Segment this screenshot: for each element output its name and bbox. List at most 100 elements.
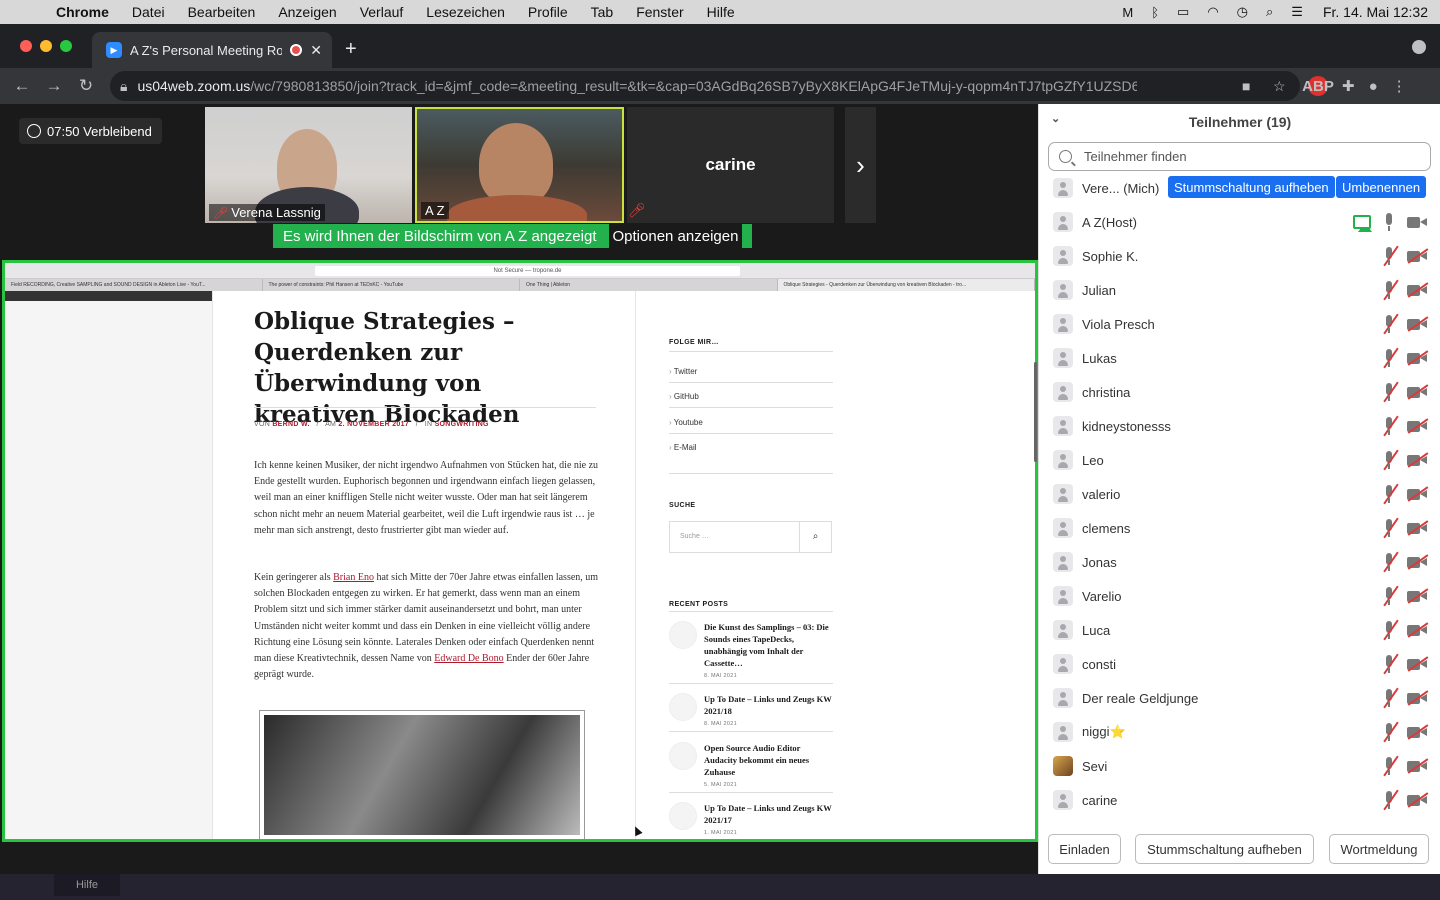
wifi-icon[interactable]: ◠ (1207, 4, 1218, 20)
invite-button[interactable]: Einladen (1048, 834, 1121, 864)
participant-row[interactable]: christina (1039, 375, 1440, 409)
participant-row[interactable]: Sevi (1039, 749, 1440, 783)
slash-mark (1383, 585, 1399, 607)
slash-mark (1407, 384, 1429, 400)
camera-in-use-icon[interactable]: ■ (1242, 78, 1250, 94)
widget-title-follow: FOLGE MIR… (669, 339, 719, 346)
rename-button[interactable]: Umbenennen (1336, 176, 1427, 198)
participant-status-icons (1381, 619, 1429, 641)
video-tile-carine[interactable]: carine (627, 107, 834, 223)
menu-item-tab[interactable]: Tab (591, 4, 614, 20)
view-options-button[interactable]: Optionen anzeigen (608, 224, 743, 248)
participant-row[interactable]: Der reale Geldjunge (1039, 681, 1440, 715)
maximize-window-icon[interactable] (60, 40, 72, 52)
close-window-icon[interactable] (20, 40, 32, 52)
self-unmute-button[interactable]: Stummschaltung aufheben (1168, 176, 1335, 198)
slash-mark (1407, 248, 1429, 264)
spotlight-search-icon[interactable]: ⌕ (1266, 4, 1273, 20)
participant-row[interactable]: Lukas (1039, 341, 1440, 375)
chrome-menu-icon[interactable]: ⋮ (1392, 77, 1407, 95)
avatar (1053, 552, 1073, 572)
participant-row[interactable]: Varelio (1039, 579, 1440, 613)
next-page-chevron-icon[interactable]: › (845, 107, 876, 223)
participant-row[interactable]: Vere... (Mich) Stummschaltung aufheben Umb… (1039, 171, 1440, 205)
menu-app-name[interactable]: Chrome (56, 4, 109, 20)
participant-row[interactable]: Jonas (1039, 545, 1440, 579)
participant-status-icons (1381, 245, 1429, 267)
participant-row[interactable]: Viola Presch (1039, 307, 1440, 341)
video-tile-verena[interactable]: 🎤︎ Verena Lassnig (205, 107, 412, 223)
tab-close-icon[interactable]: ✕ (310, 42, 322, 59)
participant-body (447, 195, 587, 221)
camera-off-icon (1407, 418, 1429, 434)
bluetooth-icon[interactable]: ᛒ (1151, 5, 1159, 20)
menu-item-anzeigen[interactable]: Anzeigen (278, 4, 336, 20)
camera-off-icon (1407, 588, 1429, 604)
minimize-window-icon[interactable] (40, 40, 52, 52)
camera-off-icon (1407, 622, 1429, 638)
reload-icon[interactable]: ↻ (70, 76, 102, 96)
raise-hand-button[interactable]: Wortmeldung (1329, 834, 1429, 864)
menu-item-hilfe[interactable]: Hilfe (707, 4, 735, 20)
collapse-chevron-icon[interactable]: ⌄ (1051, 112, 1060, 125)
malwarebytes-icon[interactable]: M (1122, 5, 1133, 20)
address-bar[interactable]: 🔒︎ us04web.zoom.us/wc/7980813850/join?tr… (110, 71, 1300, 101)
battery-icon[interactable]: ▭ (1177, 4, 1189, 20)
participant-row[interactable]: Luca (1039, 613, 1440, 647)
participant-row[interactable]: Leo (1039, 443, 1440, 477)
control-center-icon[interactable]: ☰ (1291, 4, 1303, 20)
search-icon (1059, 150, 1072, 163)
back-icon[interactable]: ← (6, 76, 38, 96)
camera-off-icon (1407, 758, 1429, 774)
menu-item-datei[interactable]: Datei (132, 4, 165, 20)
panel-resize-handle[interactable] (1034, 362, 1037, 462)
new-tab-button[interactable]: + (345, 38, 357, 61)
tile-name-text: Verena Lassnig (231, 205, 321, 220)
participant-status-icons (1381, 279, 1429, 301)
shared-web-page: Oblique Strategies – Querdenken zur Über… (5, 291, 1035, 839)
video-tile-az-active-speaker[interactable]: A Z (415, 107, 624, 223)
post-date: 1. MAI 2021 (704, 830, 737, 836)
adblock-plus-icon[interactable]: ABP (1302, 76, 1334, 96)
participant-row[interactable]: Julian (1039, 273, 1440, 307)
slash-mark (1383, 279, 1399, 301)
participant-row[interactable]: carine (1039, 783, 1440, 817)
participant-name: consti (1082, 656, 1116, 672)
muted-mic-icon (1381, 755, 1399, 777)
menu-item-profile[interactable]: Profile (528, 4, 568, 20)
menubar-clock[interactable]: Fr. 14. Mai 12:32 (1323, 4, 1428, 20)
participant-row[interactable]: clemens (1039, 511, 1440, 545)
avatar (1053, 450, 1073, 470)
slash-mark (1407, 350, 1429, 366)
participant-search-input[interactable]: Teilnehmer finden (1048, 142, 1431, 171)
participant-row[interactable]: niggi⭐ (1039, 715, 1440, 749)
participant-name: christina (1082, 384, 1131, 400)
menu-item-bearbeiten[interactable]: Bearbeiten (188, 4, 256, 20)
bookmark-star-icon[interactable]: ☆ (1273, 78, 1286, 95)
participant-row[interactable]: Sophie K. (1039, 239, 1440, 273)
menu-item-verlauf[interactable]: Verlauf (360, 4, 404, 20)
muted-mic-icon (1381, 245, 1399, 267)
menu-item-lesezeichen[interactable]: Lesezeichen (426, 4, 505, 20)
participant-row[interactable]: A Z(Host) (1039, 205, 1440, 239)
tab-search-icon[interactable] (1412, 40, 1426, 54)
browser-tab-active[interactable]: ▶ A Z's Personal Meeting Ro ✕ (92, 32, 332, 68)
profile-avatar-icon[interactable]: ● (1369, 78, 1378, 95)
participant-row[interactable]: valerio (1039, 477, 1440, 511)
menu-item-fenster[interactable]: Fenster (636, 4, 683, 20)
desktop-strip: Hilfe (0, 874, 1440, 900)
slash-mark (1383, 313, 1399, 335)
extensions-icon[interactable]: ✚ (1342, 77, 1355, 95)
time-machine-icon[interactable]: ◷ (1237, 4, 1248, 20)
participant-row[interactable]: consti (1039, 647, 1440, 681)
forward-icon[interactable]: → (38, 76, 70, 96)
tab-title: A Z's Personal Meeting Ro (130, 42, 283, 58)
unmute-all-button[interactable]: Stummschaltung aufheben (1135, 834, 1314, 864)
participant-row[interactable]: kidneystonesss (1039, 409, 1440, 443)
participants-title: Teilnehmer (19) (1188, 114, 1292, 130)
muted-mic-icon (1381, 653, 1399, 675)
lock-icon[interactable]: 🔒︎ (120, 78, 127, 95)
participant-name: kidneystonesss (1082, 418, 1171, 434)
meta-by: VON (254, 421, 271, 428)
camera-off-icon (1407, 350, 1429, 366)
